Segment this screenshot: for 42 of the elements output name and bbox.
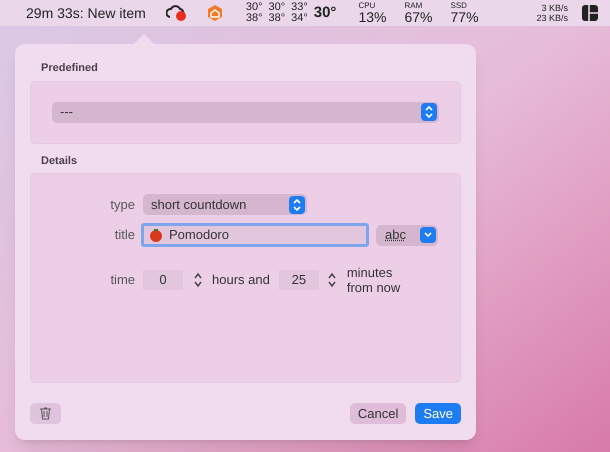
stepper-icon[interactable] bbox=[326, 270, 338, 290]
meter-label: CPU bbox=[358, 2, 376, 10]
field-label: title bbox=[114, 226, 135, 244]
tomato-icon bbox=[149, 228, 163, 242]
section-heading: Details bbox=[41, 154, 78, 168]
field-label: type bbox=[109, 196, 135, 214]
save-button[interactable]: Save bbox=[415, 403, 461, 424]
minutes-field[interactable]: 25 bbox=[278, 270, 319, 290]
cancel-button[interactable]: Cancel bbox=[350, 403, 406, 424]
title-field[interactable]: Pomodoro bbox=[141, 223, 369, 247]
temperature-reading: 38° bbox=[246, 13, 262, 24]
minutes-label: minutes from now bbox=[346, 265, 402, 295]
temperature-reading: 30° bbox=[268, 2, 286, 13]
meter-label: RAM bbox=[404, 2, 424, 10]
delete-button[interactable] bbox=[30, 403, 61, 424]
network-upload: 3 KB/s bbox=[541, 3, 568, 13]
cloud-icon[interactable] bbox=[166, 4, 188, 22]
predefined-dropdown[interactable]: --- bbox=[52, 102, 439, 122]
network-download: 23 KB/s bbox=[536, 13, 568, 23]
section-heading: Predefined bbox=[41, 61, 99, 76]
temperature-reading: 30° bbox=[246, 2, 262, 13]
window-layout-icon[interactable] bbox=[582, 5, 598, 21]
chevron-down-icon bbox=[420, 227, 436, 243]
temperature-reading: 30° bbox=[314, 2, 336, 23]
hours-field[interactable]: 0 bbox=[143, 270, 183, 290]
format-popup[interactable]: abc bbox=[376, 224, 438, 246]
type-popup[interactable]: short countdown bbox=[143, 194, 307, 215]
house-cloud-icon[interactable] bbox=[206, 4, 224, 22]
timer-menu-item[interactable]: 29m 33s: New item bbox=[26, 2, 146, 24]
trash-icon bbox=[40, 407, 51, 420]
popup-arrows-icon bbox=[421, 103, 437, 121]
field-label: time bbox=[109, 271, 135, 290]
temperature-reading: 38° bbox=[268, 13, 286, 24]
temperature-reading: 33° bbox=[291, 2, 308, 13]
temperature-reading: 34° bbox=[291, 13, 308, 24]
meter-label: SSD bbox=[450, 2, 468, 10]
popup-arrows-icon bbox=[289, 196, 305, 214]
meter-value: 67% bbox=[404, 10, 432, 24]
stepper-icon[interactable] bbox=[192, 270, 204, 290]
meter-value: 13% bbox=[358, 10, 386, 24]
hours-label: hours and bbox=[212, 271, 270, 290]
meter-value: 77% bbox=[450, 10, 479, 24]
